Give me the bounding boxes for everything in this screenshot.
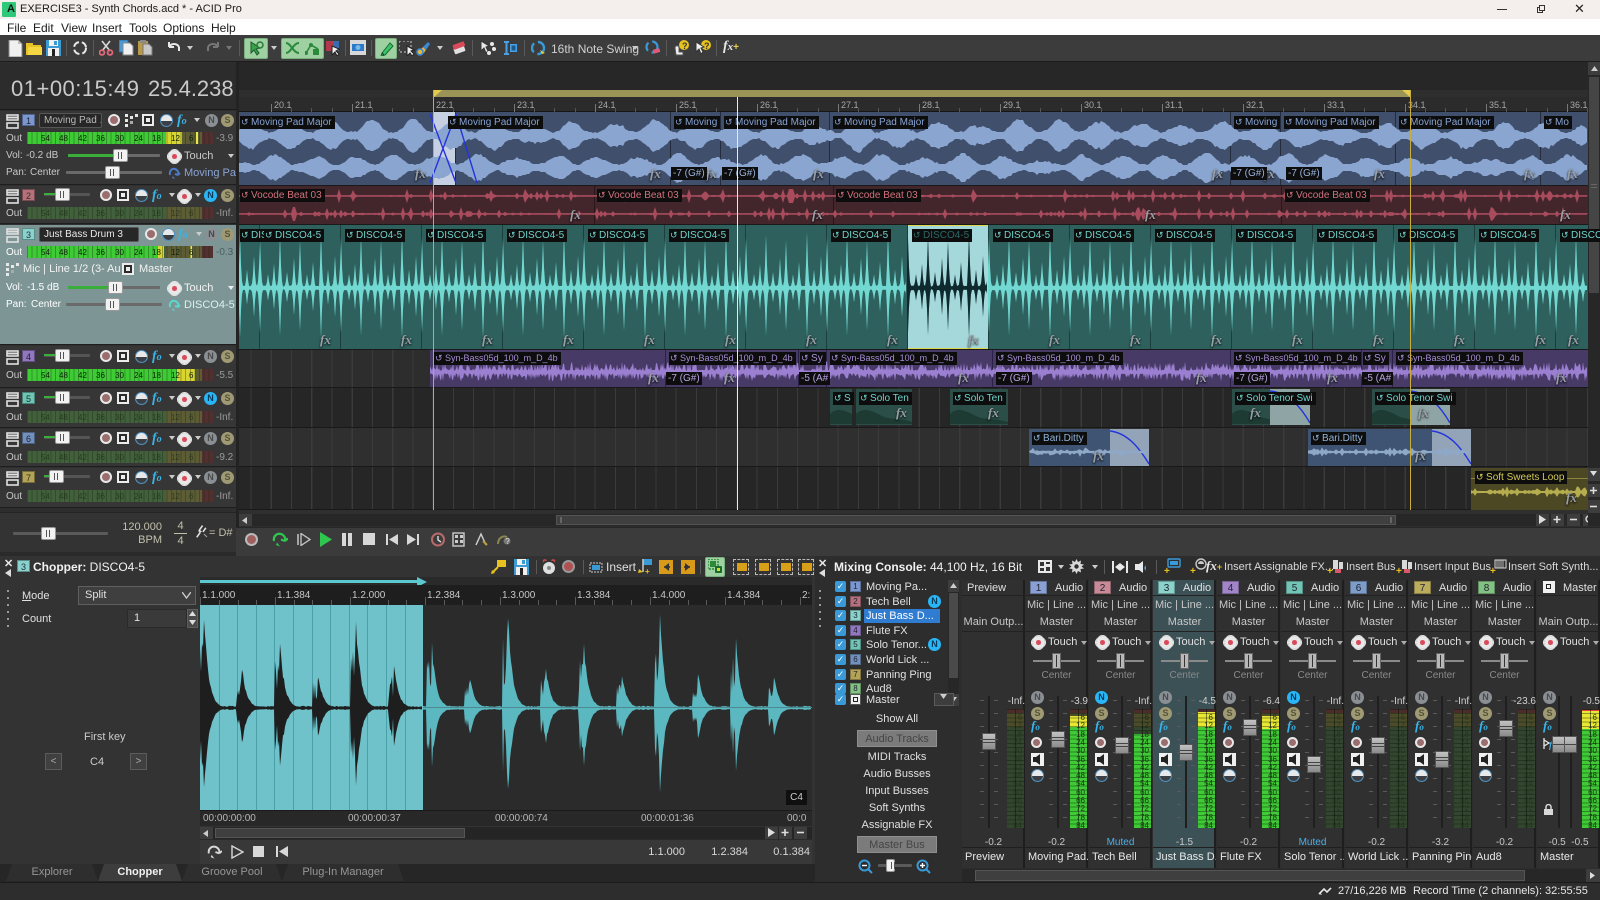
svg-text:?: ?	[505, 537, 510, 546]
svg-text:+: +	[1396, 566, 1402, 575]
svg-text:?: ?	[704, 41, 710, 51]
svg-text:?: ?	[682, 41, 688, 51]
svg-text:+: +	[1490, 566, 1496, 575]
svg-text:+: +	[1164, 566, 1170, 575]
svg-text:+: +	[645, 567, 650, 575]
svg-text:+: +	[1190, 566, 1196, 575]
svg-text:+: +	[1327, 566, 1333, 575]
